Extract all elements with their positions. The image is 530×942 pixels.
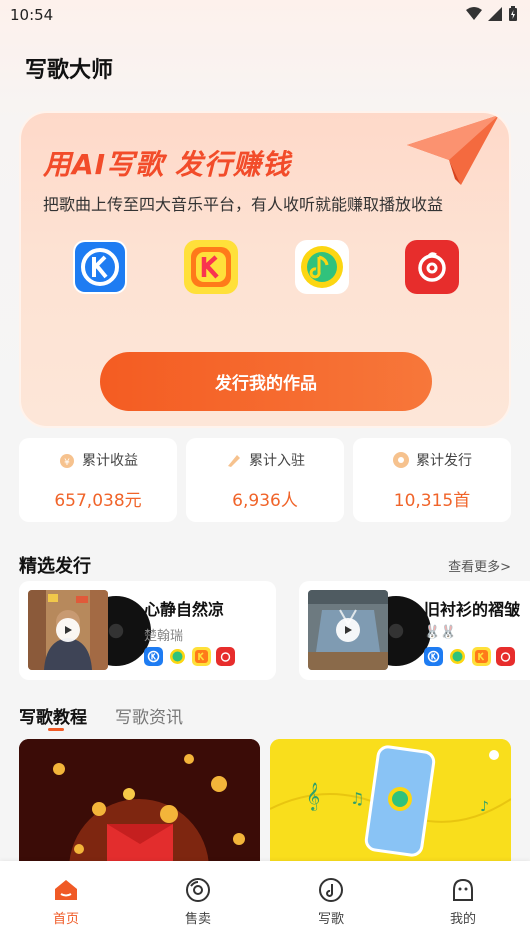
tab-label: 写歌教程 xyxy=(19,708,87,728)
stat-value: 6,936人 xyxy=(232,491,298,511)
tab-label: 写歌资讯 xyxy=(115,708,183,728)
song-card[interactable]: 旧衬衫的褶皱 🐰🐰 xyxy=(299,581,530,680)
play-icon[interactable] xyxy=(56,618,80,642)
banner-subtitle: 把歌曲上传至四大音乐平台，有人收听就能赚取播放收益 xyxy=(43,195,444,214)
stat-card-earnings: ¥ 累计收益 657,038元 xyxy=(19,438,177,522)
netease-music-icon[interactable] xyxy=(405,240,459,294)
stat-value: 657,038元 xyxy=(54,491,142,511)
netease-music-icon xyxy=(216,647,235,666)
signal-icon xyxy=(488,7,502,21)
app-title: 写歌大师 xyxy=(25,58,114,83)
tutorial-card[interactable]: 𝄞 ♫ ♪ xyxy=(270,739,511,869)
tab-active-indicator xyxy=(48,728,64,731)
paper-plane-icon xyxy=(407,115,499,185)
song-cover xyxy=(28,590,108,670)
stat-value: 10,315首 xyxy=(393,491,471,511)
publish-work-button[interactable]: 发行我的作品 xyxy=(100,352,432,411)
user-join-icon xyxy=(228,455,240,467)
nav-label: 写歌 xyxy=(317,912,344,927)
phone-illustration: 𝄞 ♫ ♪ xyxy=(270,739,511,869)
nav-profile[interactable]: 我的 xyxy=(397,861,529,942)
play-icon[interactable] xyxy=(336,618,360,642)
stats-row: ¥ 累计收益 657,038元 累计入驻 6,936人 累计发行 10,315首 xyxy=(19,438,511,522)
qq-music-icon[interactable] xyxy=(295,240,349,294)
song-platforms xyxy=(144,647,235,666)
tutorial-card[interactable] xyxy=(19,739,260,869)
stat-card-users: 累计入驻 6,936人 xyxy=(186,438,344,522)
platform-icons xyxy=(73,240,459,294)
kuwo-icon[interactable] xyxy=(184,240,238,294)
music-note-icon xyxy=(317,876,345,904)
nav-home[interactable]: 首页 xyxy=(0,861,132,942)
status-icons xyxy=(466,6,518,22)
qq-music-icon xyxy=(448,647,467,666)
qq-music-icon xyxy=(168,647,187,666)
money-bag-icon: ¥ xyxy=(60,454,74,468)
kugou-icon xyxy=(144,647,163,666)
netease-music-icon xyxy=(496,647,515,666)
tab-tutorials[interactable]: 写歌教程 xyxy=(19,703,87,731)
song-card[interactable]: 心静自然凉 楚翰瑞 xyxy=(19,581,276,680)
wifi-icon xyxy=(466,7,482,20)
nav-label: 售卖 xyxy=(184,912,211,927)
red-envelope-illustration xyxy=(19,739,260,869)
song-artist: 楚翰瑞 xyxy=(144,629,184,644)
stat-label: 累计收益 xyxy=(82,453,138,469)
tab-news[interactable]: 写歌资讯 xyxy=(115,703,183,728)
see-more-link[interactable]: 查看更多> xyxy=(448,556,511,575)
nav-write-song[interactable]: 写歌 xyxy=(265,861,397,942)
kuwo-icon xyxy=(192,647,211,666)
nav-label: 首页 xyxy=(52,912,79,927)
svg-text:♫: ♫ xyxy=(350,789,364,808)
song-title: 心静自然凉 xyxy=(144,600,225,619)
banner-headline: 用AI写歌 发行赚钱 xyxy=(43,148,291,181)
nav-sell[interactable]: 售卖 xyxy=(132,861,264,942)
home-icon xyxy=(52,876,80,904)
song-artist: 🐰🐰 xyxy=(424,625,457,640)
song-title: 旧衬衫的褶皱 xyxy=(424,600,521,619)
kugou-icon xyxy=(424,647,443,666)
profile-icon xyxy=(449,876,477,904)
status-bar: 10:54 xyxy=(0,0,530,30)
disc-icon xyxy=(393,452,409,468)
promo-banner: 用AI写歌 发行赚钱 把歌曲上传至四大音乐平台，有人收听就能赚取播放收益 发行我… xyxy=(19,111,511,428)
bottom-nav: 首页 售卖 写歌 我的 xyxy=(0,861,530,942)
song-platforms xyxy=(424,647,515,666)
svg-text:𝄞: 𝄞 xyxy=(306,782,320,811)
kugou-icon[interactable] xyxy=(73,240,127,294)
stat-label: 累计入驻 xyxy=(249,453,305,469)
stat-card-releases: 累计发行 10,315首 xyxy=(353,438,511,522)
featured-section-title: 精选发行 xyxy=(19,556,91,577)
song-cover xyxy=(308,590,388,670)
svg-text:¥: ¥ xyxy=(64,458,70,468)
status-time: 10:54 xyxy=(10,6,54,24)
sell-icon xyxy=(184,876,212,904)
stat-label: 累计发行 xyxy=(416,453,472,469)
kuwo-icon xyxy=(472,647,491,666)
battery-icon xyxy=(509,6,517,21)
content-tabs: 写歌教程 写歌资讯 xyxy=(19,703,183,731)
nav-label: 我的 xyxy=(449,912,476,927)
svg-text:♪: ♪ xyxy=(480,799,489,815)
